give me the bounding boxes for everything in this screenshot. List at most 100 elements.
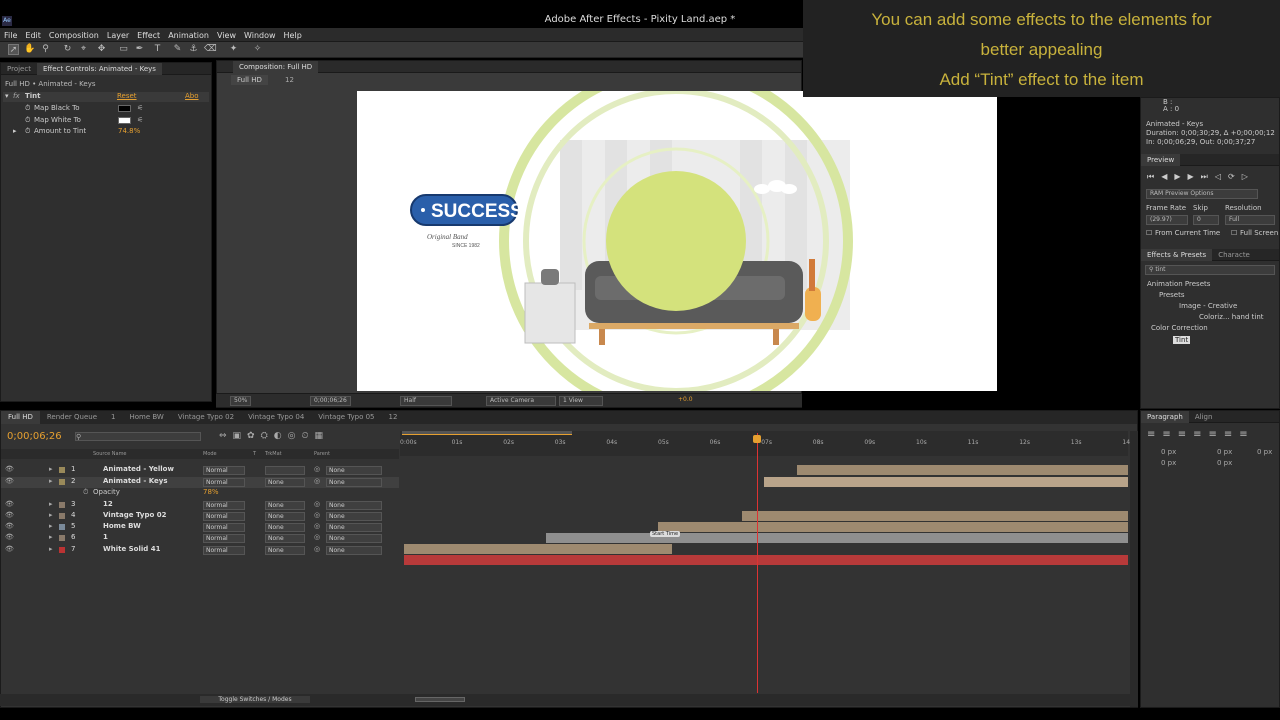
tree-image-creative[interactable]: Image - Creative xyxy=(1179,302,1237,310)
pickwhip-icon[interactable]: ◎ xyxy=(314,533,320,541)
tab-paragraph[interactable]: Paragraph xyxy=(1141,411,1189,423)
space-before[interactable]: 0 px xyxy=(1257,448,1272,456)
layer-duration-bar[interactable] xyxy=(742,511,1128,521)
layer-mode-select[interactable]: Normal xyxy=(203,501,245,510)
menu-help[interactable]: Help xyxy=(280,28,306,41)
tree-colorize-hand-tint[interactable]: Coloriz... hand tint xyxy=(1199,313,1264,321)
exposure-value[interactable]: +0.0 xyxy=(678,396,693,403)
layer-label-color[interactable] xyxy=(59,535,65,541)
menu-file[interactable]: File xyxy=(0,28,21,41)
parent-select[interactable]: None xyxy=(326,501,382,510)
brush-tool-icon[interactable]: ✎ xyxy=(172,44,183,55)
view-layout-select[interactable]: 1 View xyxy=(559,396,603,406)
pickwhip-icon[interactable]: ◎ xyxy=(314,500,320,508)
stopwatch-icon[interactable]: ⏱ xyxy=(25,104,30,113)
parent-select[interactable]: None xyxy=(326,523,382,532)
parent-select[interactable]: None xyxy=(326,466,382,475)
map-white-swatch[interactable] xyxy=(118,117,131,124)
menu-composition[interactable]: Composition xyxy=(45,28,103,41)
parent-select[interactable]: None xyxy=(326,512,382,521)
tree-presets[interactable]: Presets xyxy=(1159,291,1184,299)
layer-name[interactable]: 12 xyxy=(103,500,113,508)
roto-brush-icon[interactable]: ✦ xyxy=(228,44,239,55)
opacity-property-row[interactable]: ⏱ Opacity 78% xyxy=(1,488,399,499)
zoom-slider[interactable] xyxy=(415,697,465,702)
visibility-eye-icon[interactable]: 👁 xyxy=(5,545,14,553)
layer-duration-bar[interactable] xyxy=(764,477,1128,487)
layer-name[interactable]: 1 xyxy=(103,533,108,541)
stamp-tool-icon[interactable]: ⚓ xyxy=(188,44,199,55)
frame-rate-select[interactable]: (29.97) xyxy=(1146,215,1188,225)
pickwhip-icon[interactable]: ◎ xyxy=(314,465,320,473)
visibility-eye-icon[interactable]: 👁 xyxy=(5,511,14,519)
tab-effect-controls[interactable]: Effect Controls: Animated - Keys xyxy=(36,63,162,75)
zoom-select[interactable]: 50% xyxy=(230,396,252,406)
composition-canvas[interactable]: SUCCESS Original Band SINCE 1982 xyxy=(357,91,997,391)
resolution-select[interactable]: Half xyxy=(400,396,452,406)
stopwatch-icon[interactable]: ⏱ xyxy=(25,127,30,136)
menu-window[interactable]: Window xyxy=(240,28,280,41)
trkmat-select[interactable]: None xyxy=(265,478,305,487)
toggle-switches-modes-button[interactable]: Toggle Switches / Modes xyxy=(200,696,310,703)
first-line-indent[interactable]: 0 px xyxy=(1161,459,1176,467)
eyedropper-icon[interactable]: ⚟ xyxy=(137,105,147,112)
skip-select[interactable]: 0 xyxy=(1193,215,1219,225)
layer-mode-select[interactable]: Normal xyxy=(203,546,245,555)
tab-composition[interactable]: Composition: Full HD xyxy=(233,61,319,73)
visibility-eye-icon[interactable]: 👁 xyxy=(5,465,14,473)
expand-arrow-icon[interactable]: ▸ xyxy=(49,500,53,508)
layer-duration-bar[interactable] xyxy=(658,522,1128,532)
layer-label-color[interactable] xyxy=(59,467,65,473)
layer-row[interactable]: 👁 ▸ 1 Animated - Yellow Normal ◎ None xyxy=(1,465,399,476)
pickwhip-icon[interactable]: ◎ xyxy=(314,522,320,530)
playhead-handle[interactable] xyxy=(753,435,761,443)
indent-right[interactable]: 0 px xyxy=(1217,448,1232,456)
camera-tool-icon[interactable]: ⌖ xyxy=(78,44,89,55)
layer-row[interactable]: 👁 ▸ 5 Home BW Normal None ◎ None xyxy=(1,522,399,533)
menu-effect[interactable]: Effect xyxy=(133,28,164,41)
trkmat-select[interactable]: None xyxy=(265,523,305,532)
layer-name[interactable]: Home BW xyxy=(103,522,141,530)
opacity-value[interactable]: 78% xyxy=(203,488,219,496)
about-link[interactable]: Abo xyxy=(185,92,199,100)
visibility-eye-icon[interactable]: 👁 xyxy=(5,477,14,485)
layer-row[interactable]: 👁 ▸ 7 White Solid 41 Normal None ◎ None xyxy=(1,545,399,556)
comp-subtab-fullhd[interactable]: Full HD xyxy=(231,75,268,85)
eyedropper-icon[interactable]: ⚟ xyxy=(137,117,147,124)
layer-name[interactable]: Animated - Yellow xyxy=(103,465,174,473)
trkmat-select[interactable]: None xyxy=(265,512,305,521)
layer-row[interactable]: 👁 ▸ 2 Animated - Keys Normal None ◎ None xyxy=(1,477,399,488)
layer-mode-select[interactable]: Normal xyxy=(203,466,245,475)
from-current-checkbox[interactable]: ☐ xyxy=(1146,229,1152,237)
expand-arrow-icon[interactable]: ▸ xyxy=(49,465,53,473)
layer-mode-select[interactable]: Normal xyxy=(203,478,245,487)
indent-left[interactable]: 0 px xyxy=(1161,448,1176,456)
tab-preview[interactable]: Preview xyxy=(1141,154,1181,166)
menu-view[interactable]: View xyxy=(213,28,240,41)
resolution-select[interactable]: Full xyxy=(1225,215,1275,225)
tint-effect-row[interactable]: ▾ fx Tint Reset Abo xyxy=(3,92,209,102)
layer-label-color[interactable] xyxy=(59,479,65,485)
work-area-bar[interactable] xyxy=(402,431,572,435)
camera-select[interactable]: Active Camera xyxy=(486,396,556,406)
layer-name[interactable]: Animated - Keys xyxy=(103,477,167,485)
space-after[interactable]: 0 px xyxy=(1217,459,1232,467)
layer-label-color[interactable] xyxy=(59,547,65,553)
pen-tool-icon[interactable]: ✒ xyxy=(134,44,145,55)
hand-tool-icon[interactable]: ✋ xyxy=(24,44,35,55)
layer-duration-bar[interactable] xyxy=(546,533,1128,543)
expand-arrow-icon[interactable]: ▸ xyxy=(49,511,53,519)
menu-edit[interactable]: Edit xyxy=(21,28,45,41)
eraser-tool-icon[interactable]: ⌫ xyxy=(204,44,217,55)
map-black-swatch[interactable] xyxy=(118,105,131,112)
pickwhip-icon[interactable]: ◎ xyxy=(314,545,320,553)
ram-preview-options-select[interactable]: RAM Preview Options xyxy=(1146,189,1258,199)
menu-layer[interactable]: Layer xyxy=(103,28,133,41)
layer-label-color[interactable] xyxy=(59,502,65,508)
expand-arrow-icon[interactable]: ▸ xyxy=(49,545,53,553)
amount-to-tint-value[interactable]: 74.8% xyxy=(118,127,140,135)
rect-tool-icon[interactable]: ▭ xyxy=(118,44,129,55)
tab-project[interactable]: Project xyxy=(1,63,37,75)
reset-link[interactable]: Reset xyxy=(117,92,137,100)
trkmat-select[interactable] xyxy=(265,466,305,475)
